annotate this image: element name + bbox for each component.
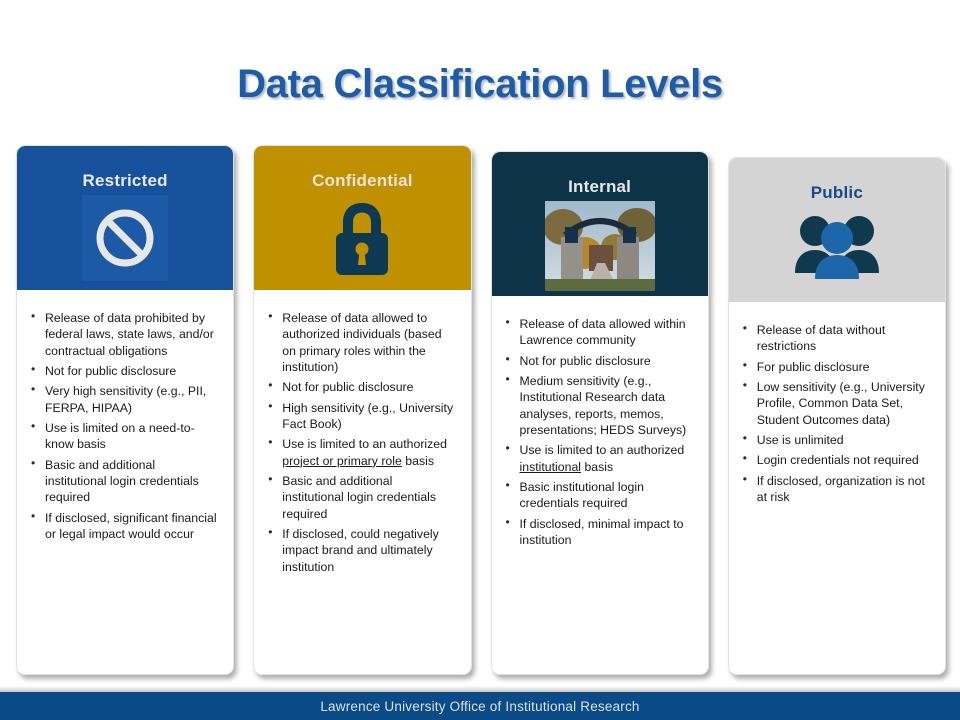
- list-item: Use is limited to an authorized project …: [264, 435, 456, 469]
- card-restricted[interactable]: Restricted Release of data prohibited by…: [16, 145, 235, 675]
- card-header-public: Public: [728, 158, 945, 302]
- padlock-icon: [336, 203, 389, 275]
- card-body-restricted: Release of data prohibited by federal la…: [17, 290, 234, 674]
- people-group-icon: [794, 216, 879, 279]
- list-item: Basic and additional institutional login…: [27, 456, 219, 506]
- card-icon-public: [787, 207, 887, 279]
- footer-bar: Lawrence University Office of Institutio…: [0, 692, 960, 720]
- list-item: Release of data allowed within Lawrence …: [502, 315, 694, 349]
- list-item: Use is limited on a need-to-know basis: [27, 419, 219, 453]
- card-icon-restricted: [82, 195, 169, 281]
- list-item: High sensitivity (e.g., University Fact …: [264, 399, 456, 433]
- bullet-list-restricted: Release of data prohibited by federal la…: [27, 309, 219, 543]
- list-item: Low sensitivity (e.g., University Profil…: [739, 378, 931, 428]
- list-item: Use is unlimited: [739, 431, 931, 448]
- list-item: Release of data prohibited by federal la…: [27, 309, 219, 359]
- prohibited-icon: [82, 195, 169, 281]
- footer-text: Lawrence University Office of Institutio…: [320, 698, 640, 714]
- card-header-internal: Internal: [491, 152, 708, 296]
- card-internal[interactable]: Internal • Release of data allowed withi…: [490, 151, 709, 675]
- list-item: Very high sensitivity (e.g., PII, FERPA,…: [27, 382, 219, 416]
- card-header-restricted: Restricted: [17, 146, 234, 290]
- card-header-confidential: Confidential: [254, 146, 471, 290]
- card-body-confidential: Release of data allowed to authorized in…: [254, 290, 471, 674]
- list-item: Basic and additional institutional login…: [264, 472, 456, 522]
- list-item: If disclosed, could negatively impact br…: [264, 525, 456, 575]
- card-title-public: Public: [810, 183, 863, 202]
- card-confidential[interactable]: Confidential Release of data allowed to …: [253, 145, 472, 675]
- card-public[interactable]: Public Release of data without restricti…: [727, 157, 946, 675]
- card-body-public: Release of data without restrictions For…: [728, 302, 945, 674]
- list-item: If disclosed, organization is not at ris…: [739, 472, 931, 506]
- list-item: Not for public disclosure: [264, 378, 456, 395]
- list-item: Not for public disclosure: [27, 362, 219, 379]
- list-item: For public disclosure: [739, 358, 931, 375]
- card-body-internal: Release of data allowed within Lawrence …: [491, 296, 708, 674]
- list-item: Login credentials not required: [739, 451, 931, 468]
- card-icon-confidential: [323, 195, 401, 279]
- list-item: If disclosed, significant financial or l…: [27, 509, 219, 543]
- card-title-confidential: Confidential: [312, 171, 413, 190]
- page-title: Data Classification Levels: [237, 62, 723, 106]
- list-item: Use is limited to an authorized institut…: [502, 441, 694, 475]
- card-icon-internal: [544, 201, 655, 291]
- bullet-list-confidential: Release of data allowed to authorized in…: [264, 309, 456, 575]
- list-item: Basic institutional login credentials re…: [502, 478, 694, 512]
- bullet-list-public: Release of data without restrictions For…: [739, 321, 931, 506]
- bullet-list-internal: Release of data allowed within Lawrence …: [502, 315, 694, 549]
- list-item: If disclosed, minimal impact to institut…: [502, 515, 694, 549]
- list-item: Release of data without restrictions: [739, 321, 931, 355]
- list-item: Release of data allowed to authorized in…: [264, 309, 456, 375]
- list-item: Medium sensitivity (e.g., Institutional …: [502, 372, 694, 438]
- campus-gate-photo: [544, 201, 655, 291]
- card-title-internal: Internal: [568, 177, 632, 196]
- list-item: Not for public disclosure: [502, 352, 694, 369]
- card-title-restricted: Restricted: [82, 171, 168, 190]
- classification-cards: Restricted Release of data prohibited by…: [16, 145, 946, 675]
